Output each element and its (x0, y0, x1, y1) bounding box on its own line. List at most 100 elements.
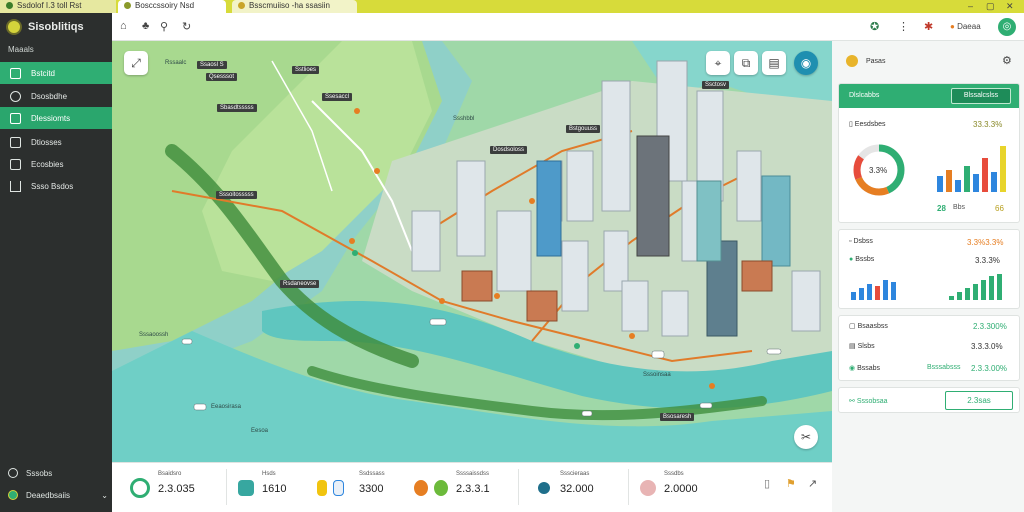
more-icon[interactable]: ⋮ (898, 20, 909, 33)
map-label: Ssshbbl (453, 116, 475, 122)
stat-value: 2.3.035 (158, 483, 195, 495)
map-label: Ssctosv (702, 81, 730, 89)
tab-other[interactable]: Bsscmuiiso -ha ssasiin (232, 0, 357, 13)
map-label: Sbasdtsssss (217, 104, 257, 112)
row5-label[interactable]: ◉ Bssabs (849, 364, 880, 372)
bell-icon[interactable]: ✱ (924, 20, 933, 33)
sidebar-item-label: Dtiosses (31, 137, 62, 147)
row4-label-text: Slsbs (857, 343, 875, 350)
row4-label[interactable]: ▤ Slsbs (849, 342, 875, 350)
sidebar-item-label: Ecosbies (31, 159, 64, 169)
tab-icon (124, 2, 131, 9)
sidebar-item-3[interactable]: Dlessiomts (0, 107, 112, 129)
settings-icon[interactable]: ⚙ (1002, 54, 1012, 67)
location-button[interactable]: ⌖ (706, 51, 730, 75)
map-label: Qsesssot (206, 73, 238, 81)
list-card: ▢ Bsaasbss 2.3.300% ▤ Slsbs 3.3.3.0% ◉ B… (838, 315, 1020, 381)
avatar[interactable]: ◎ (998, 18, 1016, 36)
sun-icon (846, 55, 858, 67)
footer-label: ⚯ Sssobsaa (849, 398, 888, 405)
print-button[interactable]: ▤ (762, 51, 786, 75)
brand[interactable]: Sisoblitiqs (0, 13, 112, 41)
chevron-down-icon[interactable]: ⌄ (101, 491, 108, 500)
stat-card-5[interactable]: Ssscieraas 32.000 (538, 469, 628, 507)
compass-button[interactable]: ◉ (794, 51, 818, 75)
trend-card: ▫ Dsbss 3.3%3.3% ● Bssbs 3.3.3% (838, 229, 1020, 309)
sidebar-item-label: Dsosbdhe (31, 91, 68, 101)
users-icon[interactable]: ♣ (142, 20, 149, 32)
footer-button[interactable]: 2.3sas (945, 391, 1013, 410)
brand-name: Sisoblitiqs (28, 21, 84, 33)
minimize-icon[interactable]: – (968, 1, 973, 11)
close-icon[interactable]: ✕ (1006, 1, 1014, 12)
sidebar-item-6[interactable]: Ssso Bsdos (0, 175, 112, 197)
row3-value: 2.3.300% (973, 322, 1007, 331)
grid-icon (10, 136, 21, 148)
sidebar-item-label: Deaedbsaiis (26, 490, 71, 500)
row2-label: ● Bssbs (849, 256, 875, 263)
tools-button[interactable]: ✂ (794, 425, 818, 449)
map-label: Sssoinsaa (643, 372, 671, 378)
map-label: Rsdaneovse (280, 280, 320, 288)
kpi-card: Dlslcabbs Blssalcslss ▯ Eesdsbes 33.3.3%… (838, 83, 1020, 223)
share-icon[interactable]: ⚲ (160, 20, 168, 33)
map-label: Dosdsoloss (490, 146, 528, 154)
bar-chart (937, 146, 1006, 192)
chart-icon (10, 67, 21, 79)
sidebar-item-label: Bstcitd (31, 68, 56, 78)
settings-icon (8, 468, 18, 478)
map-label: Bsosaresh (660, 413, 695, 421)
star-icon[interactable]: ✪ (870, 20, 879, 33)
sidebar-user[interactable]: Deaedbsaiis ⌄ (8, 490, 108, 500)
stat-label: Ssscieraas (560, 471, 590, 477)
row3-label[interactable]: ▢ Bsaasbss (849, 322, 888, 330)
sensor-icon (130, 478, 150, 498)
divider (628, 469, 629, 505)
sidebar-item-2[interactable]: Dsosbdhe (0, 85, 112, 107)
menu-title: Maaals (8, 45, 34, 54)
kpi-title: Dlslcabbs (849, 92, 880, 99)
map-label: Bstgouuss (566, 125, 601, 133)
tab-dashboard[interactable]: Ssdolof I.3 toll Rst (0, 0, 116, 13)
sidebar-settings[interactable]: Sssobs (8, 468, 108, 478)
logo-icon (6, 19, 22, 35)
user-icon (8, 490, 18, 500)
home-icon[interactable]: ⌂ (120, 20, 127, 32)
tab-icon (238, 2, 245, 9)
divider (518, 469, 519, 505)
alert-icon (10, 180, 21, 192)
tab-label: Ssdolof I.3 toll Rst (17, 1, 82, 10)
stat-card-1[interactable]: Bsaidsro 2.3.035 (130, 469, 220, 507)
map-label: Ssaosl S (197, 61, 227, 69)
stat-card-4[interactable]: Ssssaissdss 2.3.3.1 (414, 469, 514, 507)
layers-button[interactable]: ⧉ (734, 51, 758, 75)
sidebar-item-4[interactable]: Dtiosses (0, 131, 112, 153)
layers-icon (10, 90, 21, 102)
stat-card-6[interactable]: Sssdbs 2.0000 (640, 469, 740, 507)
stat-label: Bsaidsro (158, 471, 182, 477)
battery-icon (238, 480, 254, 496)
expand-map-button[interactable]: ⤢ (124, 51, 148, 75)
map-label: Eesoa (251, 428, 269, 434)
expand-icon[interactable]: ↗ (808, 477, 817, 490)
tab-icon (6, 2, 13, 9)
maximize-icon[interactable]: ▢ (986, 1, 995, 12)
sidebar-item-5[interactable]: Ecosbies (0, 153, 112, 175)
account-label[interactable]: ● Daeaa (950, 22, 981, 31)
refresh-icon[interactable]: ↻ (182, 20, 191, 33)
stat-card-2[interactable]: Hsds 1610 (238, 469, 318, 507)
tab-active[interactable]: Bosccssoiry Nsd (118, 0, 226, 13)
stat-card-3[interactable]: Ssdssass 3300 (317, 469, 397, 507)
footer-card: ⚯ Sssobsaa 2.3sas (838, 387, 1020, 413)
brain-icon (640, 480, 656, 496)
stat-label: Sssdbs (664, 471, 684, 477)
kpi-right: 66 (995, 204, 1004, 213)
panel-header: Pasas ⚙ (838, 49, 1020, 75)
leaf-icon (434, 480, 448, 496)
city-map[interactable]: ⤢ ⌖ ⧉ ▤ ◉ ✂ Rssaalc Ssaosl S Qsesssot Ss… (112, 41, 832, 462)
browser-tab-strip: Ssdolof I.3 toll Rst Bosccssoiry Nsd Bss… (0, 0, 1024, 13)
kpi-left: 28 (937, 204, 946, 213)
account-name: Daeaa (957, 22, 981, 31)
sidebar-item-1[interactable]: Bstcitd (0, 62, 112, 84)
kpi-tab-button[interactable]: Blssalcslss (951, 88, 1011, 104)
